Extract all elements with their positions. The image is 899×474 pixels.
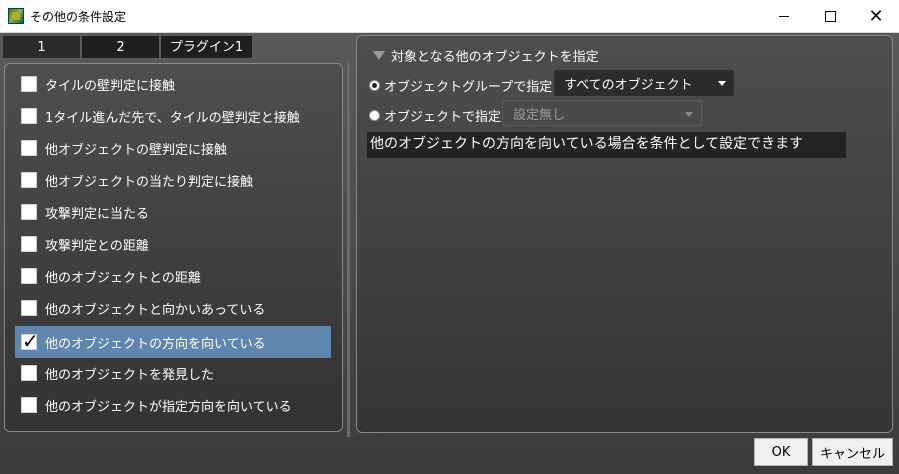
tab-1[interactable]: 1 [2,35,81,59]
object-group-dropdown[interactable]: すべてのオブジェクト [554,70,734,96]
checkbox[interactable] [21,236,37,252]
dropdown-value: すべてのオブジェクト [564,77,693,93]
condition-label: 他のオブジェクトとの距離 [45,270,201,286]
radio-object-group[interactable]: オブジェクトグループで指定 [369,76,552,95]
section-title: 対象となる他のオブジェクトを指定 [391,50,599,65]
maximize-button[interactable] [807,0,853,32]
condition-item[interactable]: 他のオブジェクトが指定方向を向いている [15,390,331,420]
radio-label: オブジェクトで指定 [384,110,502,125]
tab-bar: 1 2 プラグイン1 [2,35,253,59]
checkbox[interactable] [21,397,37,413]
object-dropdown[interactable]: 設定無し [502,100,702,126]
checkbox[interactable] [21,76,37,92]
condition-label: タイルの壁判定に接触 [45,78,176,94]
condition-label: 1タイル進んだ先で、タイルの壁判定と接触 [45,110,300,126]
condition-item[interactable]: 他のオブジェクトを発見した [15,358,331,388]
minimize-button[interactable] [761,0,807,32]
collapse-triangle-icon[interactable] [373,51,385,60]
checkbox-checked[interactable] [21,329,39,353]
ok-button[interactable]: OK [754,438,808,466]
checkbox[interactable] [21,204,37,220]
condition-list: タイルの壁判定に接触 1タイル進んだ先で、タイルの壁判定と接触 他オブジェクトの… [4,63,343,432]
condition-item[interactable]: 攻撃判定に当たる [15,197,331,227]
condition-label: 他のオブジェクトの方向を向いている [45,336,266,352]
condition-item[interactable]: 他のオブジェクトとの距離 [15,261,331,291]
window-title: その他の条件設定 [30,10,127,24]
checkbox[interactable] [21,108,37,124]
radio-label: オブジェクトグループで指定 [384,80,553,95]
app-icon [8,8,24,24]
cancel-button[interactable]: キャンセル [812,438,893,466]
radio-button[interactable] [369,110,380,121]
condition-label: 他のオブジェクトを発見した [45,367,215,383]
condition-item[interactable]: 攻撃判定との距離 [15,229,331,259]
checkbox[interactable] [21,365,37,381]
radio-button-selected[interactable] [369,80,380,91]
splitter-handle[interactable] [347,63,350,437]
condition-label: 他のオブジェクトが指定方向を向いている [45,399,292,415]
chevron-down-icon [718,81,726,86]
condition-label: 他オブジェクトの当たり判定に接触 [45,174,254,190]
section-header[interactable]: 対象となる他のオブジェクトを指定 [373,46,599,65]
description-text: 他のオブジェクトの方向を向いている場合を条件として設定できます [367,132,846,158]
tab-2[interactable]: 2 [81,35,160,59]
condition-item[interactable]: タイルの壁判定に接触 [15,69,331,99]
tab-plugin1[interactable]: プラグイン1 [160,35,253,59]
chevron-down-icon [685,112,693,117]
condition-label: 攻撃判定に当たる [45,206,150,222]
condition-item[interactable]: 1タイル進んだ先で、タイルの壁判定と接触 [15,101,331,131]
title-bar: その他の条件設定 ✕ [0,0,899,33]
checkbox[interactable] [21,172,37,188]
radio-object[interactable]: オブジェクトで指定 [369,106,501,125]
checkbox[interactable] [21,300,37,316]
target-settings-panel: 対象となる他のオブジェクトを指定 オブジェクトグループで指定 すべてのオブジェク… [356,35,893,433]
condition-label: 他オブジェクトの壁判定に接触 [45,142,228,158]
checkbox[interactable] [21,140,37,156]
condition-item-selected[interactable]: 他のオブジェクトの方向を向いている [15,326,331,358]
condition-label: 攻撃判定との距離 [45,238,149,254]
condition-item[interactable]: 他オブジェクトの当たり判定に接触 [15,165,331,195]
dropdown-value: 設定無し [513,107,566,123]
checkbox[interactable] [21,268,37,284]
close-button[interactable]: ✕ [853,0,899,32]
dialog-content: 1 2 プラグイン1 タイルの壁判定に接触 1タイル進んだ先で、タイルの壁判定と… [0,33,899,474]
condition-label: 他のオブジェクトと向かいあっている [45,302,266,318]
condition-item[interactable]: 他オブジェクトの壁判定に接触 [15,133,331,163]
condition-item[interactable]: 他のオブジェクトと向かいあっている [15,293,331,323]
